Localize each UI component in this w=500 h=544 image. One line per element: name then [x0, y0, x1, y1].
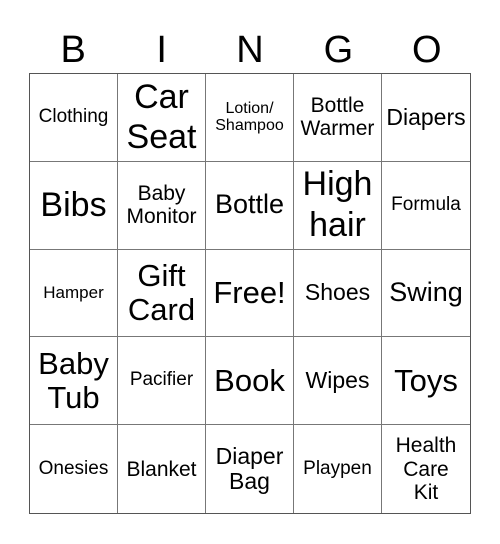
- bingo-cell[interactable]: Clothing: [30, 74, 118, 162]
- bingo-cell[interactable]: Shoes: [294, 249, 382, 338]
- bingo-cell[interactable]: Pacifier: [118, 337, 206, 426]
- bingo-cell[interactable]: Bottle: [206, 161, 294, 250]
- bingo-cell[interactable]: Lotion/ Shampoo: [206, 74, 294, 162]
- bingo-cell[interactable]: Car Seat: [118, 74, 206, 162]
- bingo-cell[interactable]: Gift Card: [118, 249, 206, 338]
- header-letter-b: B: [60, 29, 86, 71]
- header-letter-g: G: [323, 29, 354, 71]
- header-letter-i: I: [156, 29, 167, 71]
- bingo-cell[interactable]: Formula: [382, 162, 470, 250]
- bingo-cell[interactable]: Diaper Bag: [206, 425, 294, 513]
- header-letter-n: N: [236, 29, 264, 71]
- header-letter-o: O: [412, 29, 442, 71]
- bingo-cell[interactable]: Bibs: [30, 161, 118, 250]
- bingo-cell[interactable]: Hamper: [30, 249, 118, 338]
- free-space-cell[interactable]: Free!: [206, 249, 294, 338]
- bingo-cell[interactable]: High hair: [294, 161, 382, 250]
- bingo-cell[interactable]: Diapers: [382, 74, 470, 162]
- bingo-grid: Clothing Car Seat Lotion/ Shampoo Bottle…: [29, 73, 471, 514]
- bingo-cell[interactable]: Bottle Warmer: [294, 74, 382, 162]
- bingo-cell[interactable]: Baby Monitor: [118, 161, 206, 250]
- bingo-cell[interactable]: Playpen: [294, 425, 382, 513]
- bingo-cell[interactable]: Onesies: [30, 425, 118, 513]
- bingo-cell[interactable]: Health Care Kit: [382, 425, 470, 513]
- bingo-cell[interactable]: Book: [206, 337, 294, 426]
- bingo-cell[interactable]: Swing: [382, 250, 470, 338]
- bingo-cell[interactable]: Wipes: [294, 337, 382, 426]
- bingo-cell[interactable]: Toys: [382, 337, 470, 426]
- bingo-cell[interactable]: Blanket: [118, 425, 206, 513]
- bingo-cell[interactable]: Baby Tub: [30, 337, 118, 426]
- bingo-header: B I N G O: [29, 28, 471, 72]
